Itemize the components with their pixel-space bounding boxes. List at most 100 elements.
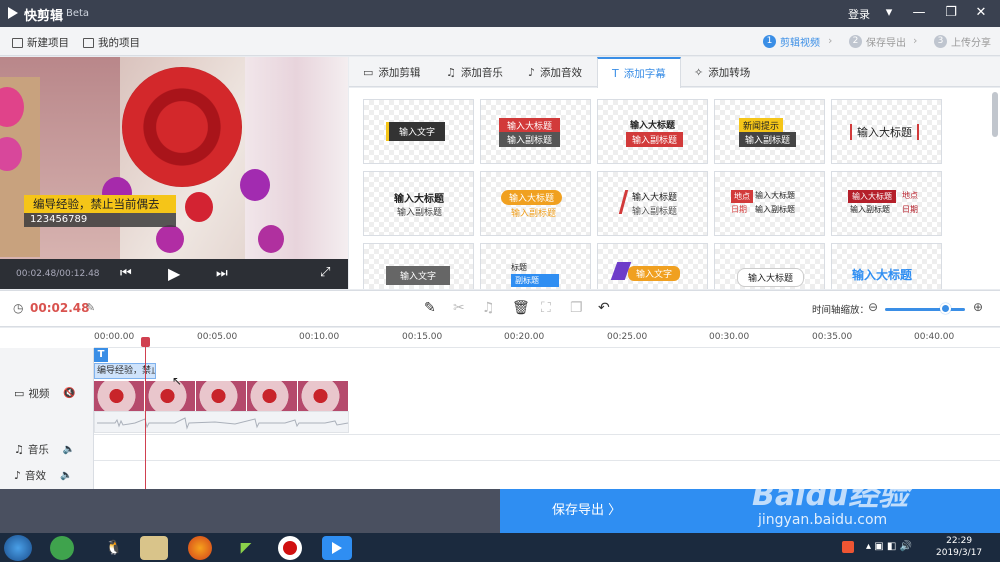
my-projects-button[interactable]: 我的项目 [83, 35, 140, 50]
text-clip-icon[interactable]: T [94, 348, 108, 362]
template-text: 输入文字 [386, 122, 446, 141]
next-icon[interactable]: ⏭ [216, 266, 228, 281]
template-tile[interactable]: 输入大标题 输入副标题 [480, 99, 591, 164]
zoom-slider[interactable] [885, 308, 965, 311]
start-button[interactable] [4, 535, 32, 561]
mute-icon[interactable]: 🔇 [63, 388, 75, 399]
scissors-icon[interactable]: ✂ [453, 300, 465, 316]
track-divider [94, 460, 1000, 461]
track-label: 音效 [25, 470, 47, 482]
zoom-out-icon[interactable]: ⊖ [868, 300, 878, 314]
taskbar: 🐧 ◤ ▴ ▣ ◧ 🔊 [0, 533, 1000, 562]
template-text: 地点 [902, 191, 918, 200]
tab-add-clip[interactable]: ▭ 添加剪辑 [349, 57, 434, 87]
qq-icon[interactable]: 🐧 [100, 536, 128, 560]
kuaijianji-taskbar-icon[interactable] [322, 536, 352, 560]
crop-icon[interactable]: ⛶ [541, 300, 551, 316]
media-player-icon[interactable]: ◤ [232, 536, 260, 560]
bell-icon[interactable]: ♫ [482, 300, 495, 316]
clip-frame [145, 381, 196, 411]
app-name: 快剪辑 [24, 9, 64, 24]
tab-label: 添加音乐 [460, 66, 503, 79]
template-tile[interactable]: 输入大标题 [831, 243, 942, 289]
step-share[interactable]: 3 上传分享 [934, 34, 991, 49]
template-tile[interactable]: 输入大标题 输入副标题 [363, 171, 474, 236]
subtitle-main[interactable]: 编导经验，禁止当前偶去 [24, 195, 176, 213]
template-text: 输入大标题 [755, 191, 795, 200]
template-tile[interactable]: 标题 副标题 [480, 243, 591, 289]
template-tile[interactable]: 输入大标题 [831, 99, 942, 164]
text-clip[interactable]: 编导经验，禁止 [94, 363, 156, 379]
tab-add-transition[interactable]: ✧ 添加转场 [680, 57, 764, 87]
ruler-tick: 00:40.00 [914, 332, 955, 342]
audio-waveform[interactable] [94, 411, 349, 433]
zoom-slider-handle[interactable] [940, 303, 951, 314]
tray-icons[interactable]: ▴ ▣ ◧ 🔊 [866, 541, 912, 552]
accent-bar [618, 190, 629, 214]
previous-icon[interactable]: ⏮ [120, 266, 132, 281]
track-divider [94, 434, 1000, 435]
playhead-handle[interactable] [141, 337, 150, 347]
template-tile[interactable]: 输入文字 [363, 243, 474, 289]
beta-label: Beta [66, 8, 90, 19]
firefox-icon[interactable] [188, 536, 212, 560]
video-icon: ▭ [14, 387, 25, 400]
minimize-icon[interactable]: — [908, 4, 930, 22]
zoom-in-icon[interactable]: ⊕ [973, 300, 983, 314]
template-tile[interactable]: 输入文字 [363, 99, 474, 164]
edit-toolbar: ◷ 00:02.48 ✎ ✎ ✂ ♫ 🗑 ⛶ ❐ ↶ 时间轴缩放： ⊖ ⊕ [0, 290, 1000, 327]
template-tile[interactable]: 新闻提示 输入副标题 [714, 99, 825, 164]
fullscreen-icon[interactable]: ⤢ [320, 265, 330, 280]
template-tile[interactable]: 输入大标题 [714, 243, 825, 289]
playhead[interactable] [145, 340, 146, 490]
template-tile[interactable]: 输入大标题 输入副标题 [597, 171, 708, 236]
template-text: 日期 [731, 205, 747, 214]
record-icon[interactable] [278, 536, 302, 560]
pencil-icon[interactable]: ✎ [424, 300, 436, 316]
volume-icon[interactable]: 🔈 [63, 444, 75, 455]
ruler-tick: 00:25.00 [607, 332, 648, 342]
close-icon[interactable]: ✕ [970, 4, 992, 22]
copy-icon[interactable]: ❐ [570, 300, 583, 316]
step-export[interactable]: 2 保存导出 [849, 34, 906, 49]
maximize-icon[interactable]: ❐ [940, 4, 962, 22]
video-clip[interactable] [94, 381, 349, 411]
edit-time-icon[interactable]: ✎ [86, 301, 95, 314]
template-text: 输入大标题 [499, 118, 561, 133]
subtitle-overlay[interactable]: 编导经验，禁止当前偶去 123456789 [24, 195, 176, 227]
template-tile[interactable]: 输入大标题 输入副标题 [597, 99, 708, 164]
music-icon: ♫ [446, 65, 456, 79]
template-tile[interactable]: 输入大标题 输入副标题 [480, 171, 591, 236]
save-export-button[interactable]: 保存导出 〉 [500, 489, 1000, 533]
sogou-icon[interactable] [842, 541, 854, 553]
system-clock[interactable]: 22:29 2019/3/17 [936, 535, 982, 559]
ie-icon[interactable] [50, 536, 74, 560]
new-project-button[interactable]: 新建项目 [12, 35, 69, 50]
tab-add-subtitle[interactable]: T 添加字幕 [597, 57, 681, 88]
subtitle-secondary[interactable]: 123456789 [24, 213, 176, 227]
music-icon: ♫ [14, 443, 24, 456]
new-project-label: 新建项目 [27, 37, 69, 49]
template-text: 输入大标题 [630, 121, 676, 131]
template-tile[interactable]: 地点 日期 输入大标题 输入副标题 [714, 171, 825, 236]
template-tile[interactable]: 输入文字 [597, 243, 708, 289]
delete-icon[interactable]: 🗑 [512, 300, 530, 316]
undo-icon[interactable]: ↶ [598, 300, 610, 316]
tab-add-effect[interactable]: ♪ 添加音效 [514, 57, 596, 87]
folder-icon[interactable] [140, 536, 168, 560]
time-ruler[interactable]: 00:00.00 00:05.00 00:10.00 00:15.00 00:2… [94, 328, 1000, 348]
template-tile[interactable]: 输入大标题 地点 日期 输入副标题 [831, 171, 942, 236]
clip-frame [196, 381, 247, 411]
template-scrollbar[interactable] [992, 92, 998, 137]
login-button[interactable]: 登录 [848, 6, 870, 22]
template-text: 输入副标题 [511, 209, 557, 219]
tab-add-music[interactable]: ♫ 添加音乐 [432, 57, 517, 87]
play-icon[interactable]: ▶ [168, 264, 180, 283]
template-text: 输入副标题 [626, 132, 684, 147]
step-edit[interactable]: 1 剪辑视频 [763, 34, 820, 49]
volume-icon[interactable]: 🔈 [60, 470, 72, 481]
clip-frame [94, 381, 145, 411]
dropdown-icon[interactable]: ▾ [878, 4, 900, 22]
my-projects-label: 我的项目 [98, 37, 140, 49]
step-number: 1 [763, 35, 776, 48]
